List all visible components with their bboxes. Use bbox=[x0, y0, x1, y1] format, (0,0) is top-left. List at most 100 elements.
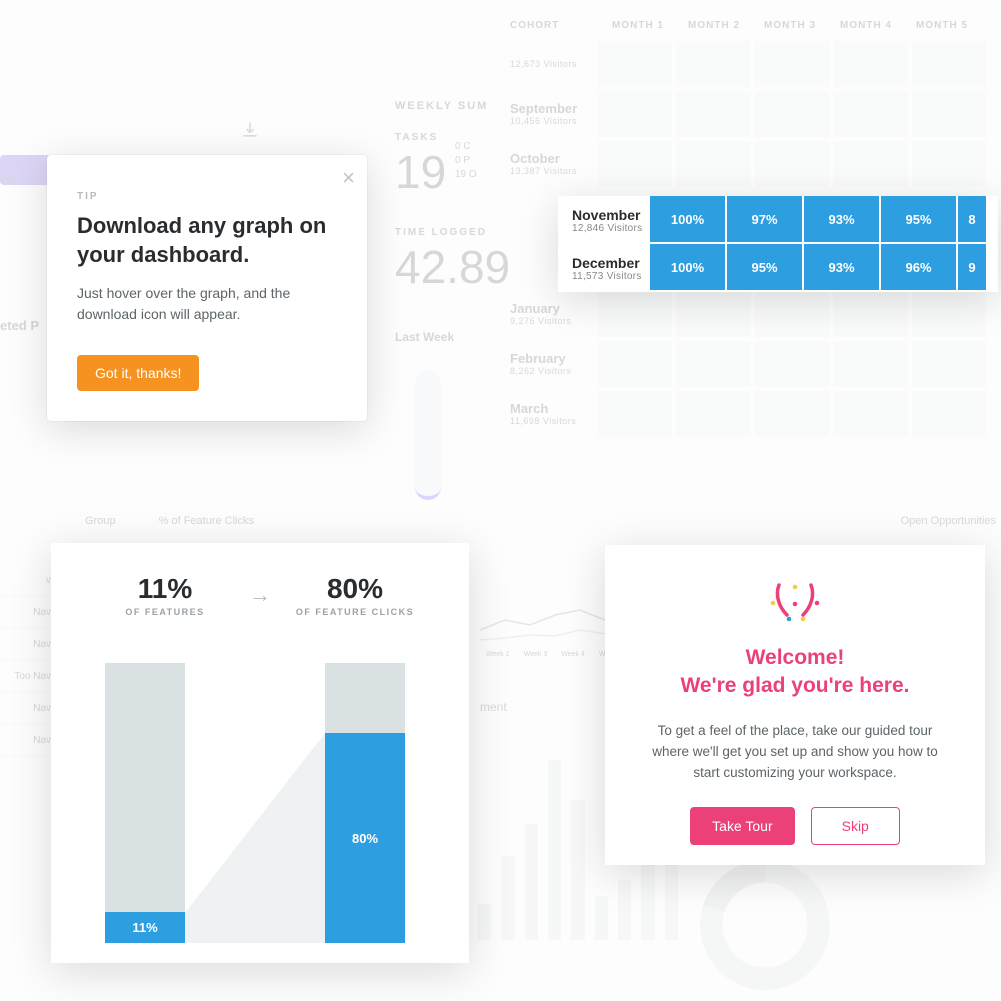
open-opportunities-label: Open Opportunities bbox=[901, 515, 996, 527]
row-label: September bbox=[510, 101, 598, 117]
stat-value: 80% bbox=[271, 573, 439, 605]
feature-bars: 11% 80% bbox=[81, 643, 439, 943]
stat-left: 11% OF FEATURES bbox=[81, 573, 249, 617]
close-icon[interactable]: × bbox=[342, 165, 355, 191]
task-breakdown: 0 C 0 P 19 O bbox=[455, 140, 477, 182]
stat-value: 11% bbox=[81, 573, 249, 605]
row-visitors: 11,698 Visitors bbox=[510, 416, 598, 427]
time-label: TIME LOGGED bbox=[395, 227, 510, 238]
arrow-right-icon: → bbox=[249, 582, 271, 608]
list-item: Nav bbox=[0, 629, 55, 661]
cohort-col-1: MONTH 1 bbox=[600, 10, 676, 41]
cell: 100% bbox=[650, 196, 727, 244]
row-visitors: 13,387 Visitors bbox=[510, 166, 598, 177]
list-item: Nav bbox=[0, 597, 55, 629]
cell: 96% bbox=[881, 244, 958, 292]
cell: 97% bbox=[727, 196, 804, 244]
table-row: 12,673 Visitors bbox=[510, 41, 990, 87]
table-row: February8,262 Visitors bbox=[510, 341, 990, 387]
row-visitors: 8,262 Visitors bbox=[510, 366, 598, 377]
tip-body: Just hover over the graph, and the downl… bbox=[77, 283, 337, 325]
row-visitors: 12,846 Visitors bbox=[572, 223, 650, 234]
feature-clicks-card: 11% OF FEATURES → 80% OF FEATURE CLICKS … bbox=[51, 543, 469, 963]
summary-heading: WEEKLY SUM bbox=[395, 100, 510, 112]
cohort-col-4: MONTH 4 bbox=[828, 10, 904, 41]
welcome-title: Welcome! We're glad you're here. bbox=[641, 644, 949, 701]
cell: 100% bbox=[650, 244, 727, 292]
cell: 95% bbox=[881, 196, 958, 244]
tasks-count: 19 bbox=[395, 145, 510, 199]
featureclicks-label: % of Feature Clicks bbox=[159, 515, 254, 527]
week-label: Week 3 bbox=[524, 651, 548, 658]
week-label: Week 2 bbox=[486, 651, 510, 658]
stat-right: 80% OF FEATURE CLICKS bbox=[271, 573, 439, 617]
row-label: March bbox=[510, 401, 598, 417]
list-item: Too Nav bbox=[0, 661, 55, 693]
row-visitors: 12,673 Visitors bbox=[510, 59, 598, 70]
cell: 93% bbox=[804, 196, 881, 244]
welcome-modal: Welcome! We're glad you're here. To get … bbox=[605, 545, 985, 865]
row-label: November bbox=[572, 207, 650, 223]
week-label: Week 4 bbox=[561, 651, 585, 658]
bar-right-fill: 80% bbox=[325, 733, 405, 943]
tip-title: Download any graph on your dashboard. bbox=[77, 212, 337, 269]
pill-bar bbox=[415, 370, 441, 500]
stat-label: OF FEATURE CLICKS bbox=[271, 607, 439, 617]
welcome-title-line1: Welcome! bbox=[746, 646, 845, 669]
row-visitors: 10,456 Visitors bbox=[510, 116, 598, 127]
time-value: 42.89 bbox=[395, 240, 510, 294]
task-row-p: 0 P bbox=[455, 154, 477, 168]
cell: 93% bbox=[804, 244, 881, 292]
got-it-button[interactable]: Got it, thanks! bbox=[77, 355, 199, 391]
cell: 9 bbox=[958, 244, 988, 292]
cohort-col-3: MONTH 3 bbox=[752, 10, 828, 41]
cohort-highlight-card: November 12,846 Visitors 100% 97% 93% 95… bbox=[558, 196, 998, 292]
table-row: January9,276 Visitors bbox=[510, 291, 990, 337]
cell: 95% bbox=[727, 244, 804, 292]
welcome-title-line2: We're glad you're here. bbox=[680, 674, 909, 697]
row-visitors: 11,573 Visitors bbox=[572, 271, 650, 282]
bar-left: 11% bbox=[105, 663, 185, 943]
cut-text-ment: ment bbox=[480, 700, 507, 714]
tip-tag: TIP bbox=[77, 191, 337, 202]
task-row-o: 19 O bbox=[455, 168, 477, 182]
bar-left-fill: 11% bbox=[105, 912, 185, 943]
week-labels: Week 2 Week 3 Week 4 Wee bbox=[486, 651, 613, 658]
take-tour-button[interactable]: Take Tour bbox=[690, 807, 794, 845]
list-item: v bbox=[0, 565, 55, 597]
group-label: Group bbox=[85, 515, 116, 527]
table-row: March11,698 Visitors bbox=[510, 391, 990, 437]
weekly-summary: WEEKLY SUM TASKS 19 0 C 0 P 19 O TIME LO… bbox=[395, 100, 510, 294]
bar-right: 80% bbox=[325, 663, 405, 943]
download-icon bbox=[240, 120, 260, 140]
cut-text-ted: ted bbox=[0, 175, 14, 186]
nav-list: v Nav Nav Too Nav Nav Nav bbox=[0, 565, 55, 757]
cohort-col-2: MONTH 2 bbox=[676, 10, 752, 41]
cohort-col-0: COHORT bbox=[510, 10, 600, 41]
welcome-body: To get a feel of the place, take our gui… bbox=[645, 721, 945, 784]
tasks-label: TASKS bbox=[395, 132, 510, 143]
row-label: October bbox=[510, 151, 598, 167]
stat-label: OF FEATURES bbox=[81, 607, 249, 617]
confetti-icon bbox=[765, 579, 825, 623]
last-week-label: Last Week bbox=[395, 330, 454, 344]
group-header: Group % of Feature Clicks bbox=[85, 515, 254, 527]
list-item: Nav bbox=[0, 693, 55, 725]
connector-shape bbox=[185, 733, 325, 943]
cohort-col-5: MONTH 5 bbox=[904, 10, 980, 41]
cut-text-etedp: eted P bbox=[0, 318, 39, 333]
bg-donut-chart bbox=[700, 860, 830, 990]
table-row: December 11,573 Visitors 100% 95% 93% 96… bbox=[558, 244, 998, 292]
cell: 8 bbox=[958, 196, 988, 244]
list-item: Nav bbox=[0, 725, 55, 757]
skip-button[interactable]: Skip bbox=[811, 807, 900, 845]
table-row: September10,456 Visitors bbox=[510, 91, 990, 137]
table-row: November 12,846 Visitors 100% 97% 93% 95… bbox=[558, 196, 998, 244]
table-row: October13,387 Visitors bbox=[510, 141, 990, 187]
row-label: December bbox=[572, 255, 650, 271]
row-label: January bbox=[510, 301, 598, 317]
tip-tooltip: × TIP Download any graph on your dashboa… bbox=[47, 155, 367, 421]
row-label: February bbox=[510, 351, 598, 367]
row-visitors: 9,276 Visitors bbox=[510, 316, 598, 327]
task-row-c: 0 C bbox=[455, 140, 477, 154]
